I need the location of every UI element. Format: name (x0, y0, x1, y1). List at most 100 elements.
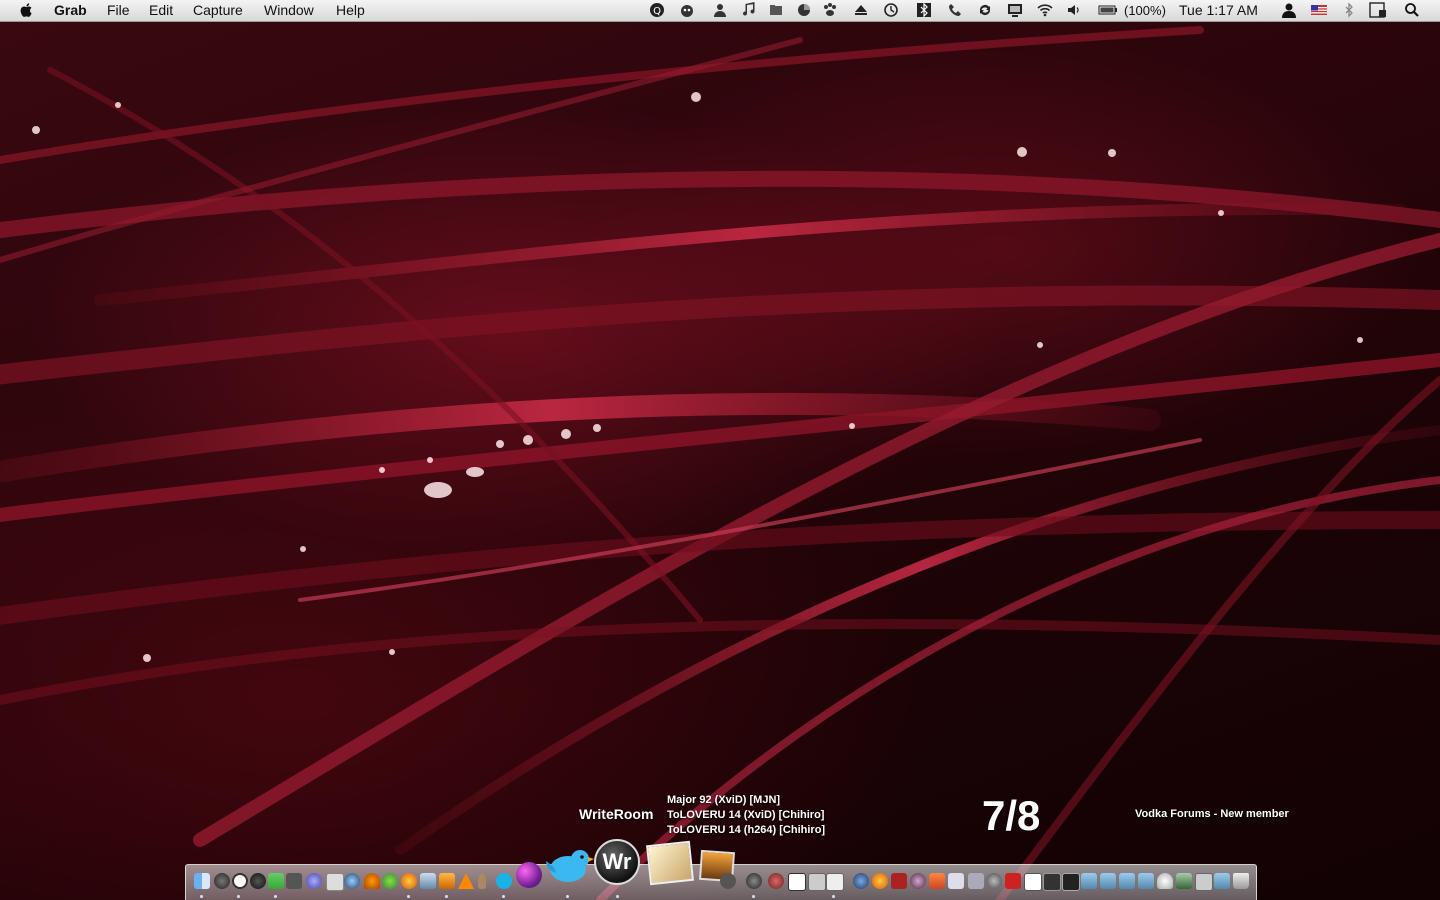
downloads-folder-icon[interactable] (1214, 873, 1230, 889)
activity-app-icon[interactable] (808, 873, 826, 891)
running-indicator (566, 895, 569, 898)
running-indicator (616, 895, 619, 898)
bulb-app-icon[interactable] (1157, 873, 1173, 889)
writeroom-icon[interactable]: Wr (594, 839, 640, 885)
menu-help[interactable]: Help (336, 2, 365, 18)
firefox-icon[interactable] (401, 873, 417, 889)
folder-1-icon[interactable] (1081, 873, 1097, 889)
wallpaper-grass (0, 26, 1440, 900)
growl-icon[interactable] (679, 2, 695, 18)
badge-counter: 7/8 (982, 792, 1041, 839)
clock-app-icon[interactable] (232, 873, 248, 889)
menu-window[interactable]: Window (264, 2, 314, 18)
keychain-icon[interactable] (286, 873, 302, 889)
volume-icon[interactable] (1066, 2, 1082, 18)
time-machine-icon[interactable] (883, 2, 899, 18)
user-icon[interactable] (712, 2, 728, 18)
menu-app-name[interactable]: Grab (54, 2, 87, 18)
calendar-app-icon[interactable] (1024, 873, 1042, 891)
calendar-icon[interactable] (1369, 2, 1387, 18)
download-item: ToLOVERU 14 (h264) [Chihiro] (667, 824, 826, 836)
running-indicator (237, 895, 240, 898)
folder-2-icon[interactable] (1100, 873, 1116, 889)
paw-icon[interactable] (822, 2, 838, 18)
image-app-icon[interactable] (1176, 873, 1192, 889)
firefox-2-icon[interactable] (872, 873, 888, 889)
menu-edit[interactable]: Edit (149, 2, 173, 18)
running-indicator (407, 895, 410, 898)
eject-icon[interactable] (853, 2, 869, 18)
dock: Wr (185, 839, 1257, 900)
messages-app-icon[interactable] (382, 873, 398, 889)
quicksilver-icon[interactable]: Q (649, 2, 665, 18)
running-indicator (200, 895, 203, 898)
menu-meter-icon[interactable] (796, 2, 812, 18)
account-icon[interactable] (1281, 2, 1297, 18)
display-icon[interactable] (1007, 2, 1023, 18)
printer-icon[interactable] (1195, 873, 1213, 891)
flash-fl-icon[interactable] (891, 873, 907, 889)
spotlight-icon[interactable] (1404, 2, 1420, 18)
downloads-list: Major 92 (XviD) [MJN] ToLOVERU 14 (XviD)… (667, 793, 825, 838)
umbrella-app-icon[interactable] (364, 873, 380, 889)
battery-icon[interactable] (1098, 2, 1118, 18)
folder-3-icon[interactable] (1119, 873, 1135, 889)
folder-icon[interactable] (768, 2, 784, 18)
wrench-app-icon[interactable] (968, 873, 984, 889)
camera-icon[interactable] (720, 873, 736, 889)
filezilla-icon[interactable] (1005, 873, 1021, 889)
running-indicator (445, 895, 448, 898)
menu-bar: Grab File Edit Capture Window Help Q (10… (0, 0, 1440, 22)
running-indicator (832, 895, 835, 898)
download-item: ToLOVERU 14 (XviD) [Chihiro] (667, 809, 825, 821)
writeroom-icon-label: Wr (602, 849, 632, 874)
running-indicator (502, 895, 505, 898)
skype-icon[interactable] (496, 873, 512, 889)
menu-clock[interactable]: Tue 1:17 AM (1179, 2, 1258, 18)
finder-icon[interactable] (194, 873, 210, 889)
preview-app-icon[interactable] (420, 873, 436, 889)
bluetooth-box-icon[interactable] (916, 2, 932, 18)
window-app-icon[interactable] (1043, 873, 1061, 891)
folder-4-icon[interactable] (1138, 873, 1154, 889)
system-prefs-icon[interactable] (250, 873, 266, 889)
globe-app-icon[interactable] (306, 873, 322, 889)
trash-icon[interactable] (1233, 873, 1249, 889)
dashboard-icon[interactable] (214, 873, 230, 889)
orb-app-icon[interactable] (516, 862, 542, 888)
twitter-bird-icon[interactable] (542, 843, 594, 891)
running-indicator (752, 895, 755, 898)
flag-us-icon[interactable] (1311, 2, 1327, 18)
eye-app-icon[interactable] (344, 873, 360, 889)
character-app-icon[interactable] (910, 873, 926, 889)
script-app-icon[interactable] (948, 873, 964, 889)
notification-text: Vodka Forums - New member (1135, 808, 1289, 820)
slideshow-app-icon[interactable] (439, 873, 455, 889)
network-app-icon[interactable] (268, 873, 284, 889)
flash-app-icon[interactable] (768, 873, 784, 889)
blue-app-icon[interactable] (853, 873, 869, 889)
x11-icon[interactable] (788, 873, 806, 891)
music-note-icon[interactable] (741, 2, 757, 18)
battery-percentage[interactable]: (100%) (1124, 3, 1166, 18)
apple-logo-icon[interactable] (19, 2, 35, 18)
tool-app-icon[interactable] (929, 873, 945, 889)
photo-stack-icon[interactable] (646, 840, 694, 886)
vlc-icon[interactable] (458, 873, 474, 889)
mail-app-icon[interactable] (826, 873, 844, 891)
menu-file[interactable]: File (107, 2, 130, 18)
menu-capture[interactable]: Capture (193, 2, 243, 18)
gear-app-icon[interactable] (986, 873, 1002, 889)
screen-app-icon[interactable] (1062, 873, 1080, 891)
bluetooth-icon[interactable] (1341, 2, 1357, 18)
sync-icon[interactable] (977, 2, 993, 18)
wifi-icon[interactable] (1037, 2, 1053, 18)
svg-text:Q: Q (653, 6, 661, 17)
webcam-app-icon[interactable] (746, 873, 762, 889)
guitar-app-icon[interactable] (478, 873, 486, 889)
phone-icon[interactable] (947, 2, 963, 18)
card-app-icon[interactable] (326, 873, 344, 891)
writeroom-label: WriteRoom (579, 806, 654, 822)
desktop (0, 0, 1440, 900)
running-indicator (274, 895, 277, 898)
